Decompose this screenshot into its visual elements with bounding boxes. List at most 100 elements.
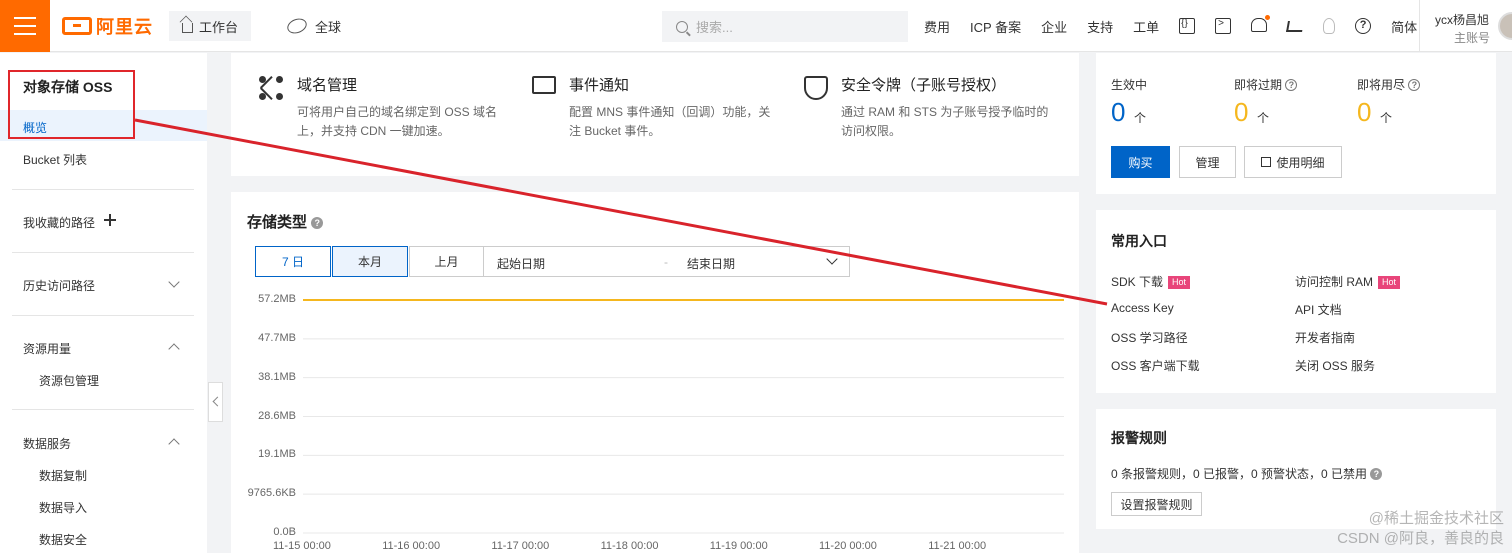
workbench-button[interactable]: 工作台: [169, 11, 251, 41]
message-icon: [532, 76, 556, 94]
code-icon[interactable]: [1179, 18, 1196, 34]
plus-icon[interactable]: [104, 214, 116, 226]
y-tick-label: 47.7MB: [258, 331, 296, 344]
hamburger-menu-button[interactable]: [0, 0, 50, 52]
stat-depleting-label: 即将用尽 ?: [1357, 76, 1421, 93]
link-learning-path[interactable]: OSS 学习路径: [1111, 329, 1188, 346]
highlight-annotation-box: [8, 70, 135, 139]
set-alert-button[interactable]: 设置报警规则: [1111, 492, 1202, 516]
nav-icp[interactable]: ICP 备案: [970, 17, 1021, 36]
alert-summary: 0 条报警规则，0 已报警，0 预警状态，0 已禁用 ?: [1111, 465, 1383, 482]
y-tick-label: 0.0B: [273, 526, 296, 538]
help-icon[interactable]: ?: [311, 217, 324, 229]
watermark-line: CSDN @阿良，善良的良: [1337, 530, 1504, 547]
link-api-docs[interactable]: API 文档: [1295, 301, 1342, 318]
chart-svg: [303, 299, 1064, 534]
sidebar-item-data-services[interactable]: 数据服务: [23, 435, 71, 452]
y-tick-label: 19.1MB: [258, 448, 296, 461]
buy-button[interactable]: 购买: [1111, 146, 1170, 178]
bell-icon[interactable]: [1251, 15, 1271, 32]
x-tick-label: 11-20 00:00: [819, 540, 877, 552]
alert-summary-text: 0 条报警规则，0 已报警，0 预警状态，0 已禁用: [1111, 467, 1368, 481]
help-icon[interactable]: ?: [1355, 18, 1372, 34]
search-placeholder: 搜索...: [696, 20, 733, 35]
x-tick-label: 11-21 00:00: [928, 540, 987, 552]
range-last-month-button[interactable]: 上月: [409, 246, 484, 277]
range-7day-button[interactable]: 7 日: [255, 246, 331, 277]
link-sdk-download[interactable]: SDK 下载 Hot: [1111, 273, 1191, 290]
nav-support[interactable]: 支持: [1087, 17, 1113, 36]
aliyun-logo[interactable]: 阿里云: [62, 12, 153, 40]
sidebar-item-resource-usage[interactable]: 资源用量: [23, 340, 71, 357]
chevron-up-icon[interactable]: [168, 438, 180, 450]
x-tick-label: 11-16 00:00: [382, 540, 441, 552]
sidebar-item-bucket-list[interactable]: Bucket 列表: [23, 151, 87, 168]
top-nav: 费用 ICP 备案 企业 支持 工单 ? 简体: [924, 0, 1437, 52]
chevron-down-icon[interactable]: [826, 253, 838, 265]
nav-enterprise[interactable]: 企业: [1041, 17, 1067, 36]
search-icon: [676, 20, 688, 33]
bulb-icon[interactable]: [1323, 18, 1336, 34]
sidebar-item-data-import[interactable]: 数据导入: [39, 499, 87, 516]
stat-unit: 个: [1257, 111, 1270, 125]
chevron-down-icon[interactable]: [168, 276, 180, 288]
cart-icon[interactable]: [1286, 20, 1305, 32]
date-range-picker[interactable]: 起始日期 - 结束日期: [483, 246, 850, 277]
aliyun-logo-icon: [62, 17, 92, 35]
range-this-month-button[interactable]: 本月: [332, 246, 408, 277]
home-icon: [181, 23, 193, 33]
link-client-download[interactable]: OSS 客户端下载: [1111, 357, 1200, 374]
storage-chart: 57.2MB 47.7MB 38.1MB 28.6MB 19.1MB 9765.6KB 0.…: [231, 288, 1079, 553]
link-dev-guide[interactable]: 开发者指南: [1295, 329, 1355, 346]
top-bar: 阿里云 工作台 全球 搜索... 费用 ICP 备案 企业 支持 工单 ? 简体…: [0, 0, 1512, 52]
link-access-key[interactable]: Access Key: [1111, 301, 1174, 315]
feature-domain[interactable]: 域名管理 可将用户自己的域名绑定到 OSS 域名上，并支持 CDN 一键加速。: [297, 74, 507, 141]
x-tick-label: 11-17 00:00: [491, 540, 550, 552]
chevron-up-icon[interactable]: [168, 343, 180, 355]
sidebar-item-history[interactable]: 历史访问路径: [23, 277, 95, 294]
end-date-input[interactable]: 结束日期: [687, 255, 735, 272]
user-role: 主账号: [1454, 31, 1491, 45]
x-tick-label: 11-19 00:00: [709, 540, 768, 552]
terminal-icon[interactable]: [1215, 18, 1232, 34]
sidebar-item-resource-pack[interactable]: 资源包管理: [39, 372, 99, 389]
network-icon: [259, 76, 283, 100]
y-tick-label: 38.1MB: [258, 370, 296, 383]
stat-expiring-label: 即将过期 ?: [1234, 76, 1298, 93]
help-icon[interactable]: ?: [1408, 79, 1421, 91]
help-icon[interactable]: ?: [1370, 468, 1383, 480]
avatar[interactable]: [1498, 12, 1512, 40]
sidebar-collapse-button[interactable]: [208, 382, 223, 422]
start-date-input[interactable]: 起始日期: [497, 255, 545, 272]
link-close-oss[interactable]: 关闭 OSS 服务: [1295, 357, 1375, 374]
link-ram[interactable]: 访问控制 RAM Hot: [1295, 273, 1401, 290]
sidebar-item-data-security[interactable]: 数据安全: [39, 531, 87, 548]
workbench-label: 工作台: [198, 19, 238, 35]
feature-title: 事件通知: [569, 77, 630, 94]
y-tick-label: 28.6MB: [258, 409, 296, 422]
nav-ticket[interactable]: 工单: [1133, 17, 1159, 36]
feature-title: 域名管理: [297, 77, 358, 94]
region-selector[interactable]: 全球: [285, 11, 341, 41]
date-separator: -: [664, 255, 668, 269]
sidebar-item-favorites[interactable]: 我收藏的路径: [23, 214, 95, 231]
stat-depleting-value: 0: [1357, 97, 1372, 127]
search-input[interactable]: 搜索...: [662, 11, 908, 42]
feature-desc: 通过 RAM 和 STS 为子账号授予临时的访问权限。: [841, 105, 1049, 138]
y-tick-label: 57.2MB: [258, 293, 296, 305]
quick-links-title: 常用入口: [1111, 233, 1167, 249]
feature-desc: 配置 MNS 事件通知（回调）功能，关注 Bucket 事件。: [569, 105, 771, 138]
language-switch[interactable]: 简体: [1391, 17, 1417, 36]
external-link-icon: [1261, 157, 1272, 167]
usage-detail-button[interactable]: 使用明细: [1244, 146, 1342, 178]
help-icon[interactable]: ?: [1285, 79, 1298, 91]
sidebar-item-data-replication[interactable]: 数据复制: [39, 467, 87, 484]
feature-token[interactable]: 安全令牌（子账号授权） 通过 RAM 和 STS 为子账号授予临时的访问权限。: [841, 74, 1051, 141]
user-menu[interactable]: ycx杨昌旭 主账号: [1419, 0, 1512, 52]
sidebar-divider: [12, 252, 194, 253]
nav-billing[interactable]: 费用: [924, 17, 950, 36]
feature-event[interactable]: 事件通知 配置 MNS 事件通知（回调）功能，关注 Bucket 事件。: [569, 74, 779, 141]
stat-expiring-value: 0: [1234, 97, 1249, 127]
sidebar-divider: [12, 189, 194, 190]
manage-button[interactable]: 管理: [1179, 146, 1236, 178]
